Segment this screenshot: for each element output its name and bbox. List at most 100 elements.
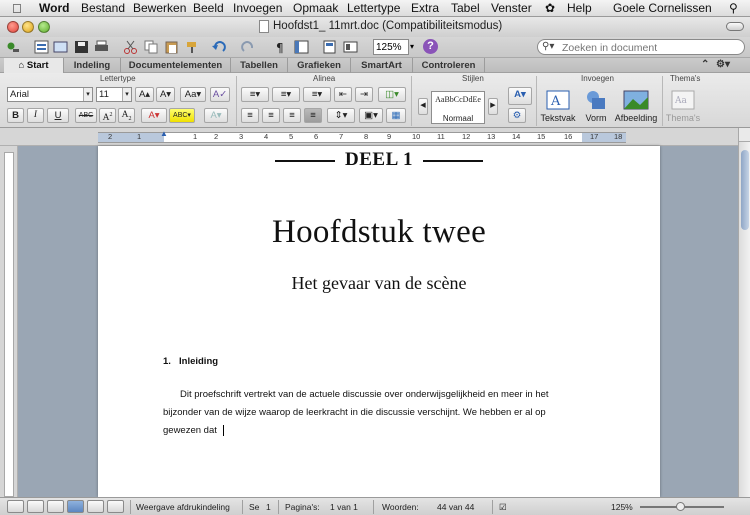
style-normal-preview[interactable]: AaBbCcDdEe Normaal [431,91,485,124]
spelling-check-icon[interactable]: ☑ [499,502,507,513]
toolbar-toggle-button[interactable] [726,22,744,31]
menu-invoegen[interactable]: Invoegen [233,1,282,15]
menu-tabel[interactable]: Tabel [451,1,480,15]
save-icon[interactable] [74,40,89,54]
copy-icon[interactable] [144,40,159,54]
tab-controleren[interactable]: Controleren [413,58,485,73]
project-gallery-icon[interactable] [6,40,21,54]
styles-prev-icon[interactable]: ◀ [418,98,428,115]
menu-venster[interactable]: Venster [491,1,532,15]
minimize-window-button[interactable] [22,21,34,33]
tab-grafieken[interactable]: Grafieken [288,58,351,73]
superscript-button[interactable]: A2 [99,108,116,123]
search-input[interactable] [562,41,737,54]
document-page[interactable]: DEEL 1 Hoofdstuk twee Het gevaar van de … [98,146,660,497]
change-case-button[interactable]: Aa▾ [180,87,206,102]
multilevel-list-button[interactable]: ≡▾ [303,87,331,102]
cut-icon[interactable] [123,40,138,54]
menu-beeld[interactable]: Beeld [193,1,224,15]
horizontal-ruler[interactable]: ▲ 2 1 1 2 3 4 5 6 7 8 9 10 11 12 13 14 1… [0,128,750,146]
font-color-button[interactable]: A▾ [141,108,167,123]
themes-button[interactable]: Aa Thema's [665,89,701,123]
insert-textbox-button[interactable]: A Tekstvak [540,89,576,123]
insert-picture-button[interactable]: Afbeelding [614,89,658,123]
insert-shape-button[interactable]: Vorm [578,89,614,123]
shrink-font-button[interactable]: A▾ [156,87,175,102]
view-fullscreen-button[interactable] [107,500,124,513]
quick-styles-button[interactable]: A▾ [508,87,532,105]
menu-opmaak[interactable]: Opmaak [293,1,338,15]
indent-marker-icon[interactable]: ▲ [160,129,168,138]
subscript-button[interactable]: A2 [118,108,135,123]
tab-indeling[interactable]: Indeling [64,58,121,73]
ribbon-settings-icon[interactable]: ⚙▾ [716,59,730,70]
search-box[interactable]: ⚲▾ [537,39,745,55]
zoom-window-button[interactable] [38,21,50,33]
view-draft-button[interactable] [7,500,24,513]
menu-user[interactable]: Goele Cornelissen [613,1,712,15]
undo-icon[interactable] [212,40,227,54]
vertical-scrollbar[interactable] [738,128,750,497]
help-button[interactable]: ? [423,39,438,54]
close-window-button[interactable] [7,21,19,33]
scroll-thumb[interactable] [741,150,749,230]
menu-bestand[interactable]: Bestand [81,1,125,15]
strikethrough-button[interactable]: ABC [75,108,97,123]
zoom-slider-knob[interactable] [676,502,685,511]
decrease-indent-button[interactable]: ⇤ [334,87,352,102]
justify-button[interactable]: ≡ [304,108,322,123]
menu-app-word[interactable]: Word [39,1,69,15]
menu-extra[interactable]: Extra [411,1,439,15]
font-name-field[interactable]: Arial ▾ [7,87,93,102]
view-outline-button[interactable] [27,500,44,513]
redo-icon[interactable] [240,40,255,54]
toolbox-icon[interactable] [322,40,337,54]
borders-button[interactable]: ▦ [386,108,406,123]
styles-pane-button[interactable]: ⚙ [508,108,526,123]
sidebar-icon[interactable] [294,40,309,54]
print-icon[interactable] [94,40,109,54]
text-effects-button[interactable]: A▾ [204,108,228,123]
format-painter-icon[interactable] [185,40,200,54]
clear-formatting-button[interactable]: A✓ [210,87,230,102]
show-formatting-icon[interactable]: ¶ [273,40,288,54]
grow-font-button[interactable]: A▴ [135,87,154,102]
tab-documentelementen[interactable]: Documentelementen [121,58,231,73]
tab-smartart[interactable]: SmartArt [351,58,413,73]
script-menu-icon[interactable]: ✿ [545,1,555,15]
collapse-ribbon-icon[interactable]: ⌃ [701,59,709,70]
media-browser-icon[interactable] [343,40,358,54]
underline-button[interactable]: U [47,108,69,123]
new-document-icon[interactable] [34,40,49,54]
bullets-button[interactable]: ≡▾ [241,87,269,102]
spotlight-icon[interactable]: ⚲ [729,1,738,15]
font-size-dropdown-icon[interactable]: ▾ [122,88,131,101]
view-notebook-button[interactable] [87,500,104,513]
styles-next-icon[interactable]: ▶ [488,98,498,115]
menu-help[interactable]: Help [567,1,592,15]
tab-start[interactable]: ⌂ Start [4,58,64,73]
menu-lettertype[interactable]: Lettertype [347,1,400,15]
vertical-ruler[interactable] [0,146,18,497]
numbering-button[interactable]: ≡▾ [272,87,300,102]
view-print-layout-button[interactable] [67,500,84,513]
align-right-button[interactable]: ≡ [283,108,301,123]
columns-button[interactable]: ◫▾ [378,87,406,102]
menu-bewerken[interactable]: Bewerken [133,1,186,15]
align-center-button[interactable]: ≡ [262,108,280,123]
zoom-select[interactable]: 125% [373,39,409,55]
increase-indent-button[interactable]: ⇥ [355,87,373,102]
font-size-field[interactable]: 11 ▾ [96,87,132,102]
apple-menu-icon[interactable]:  [12,1,22,16]
align-left-button[interactable]: ≡ [241,108,259,123]
paste-icon[interactable] [164,40,179,54]
highlight-button[interactable]: ABC▾ [169,108,195,123]
tab-tabellen[interactable]: Tabellen [231,58,288,73]
bold-button[interactable]: B [7,108,24,123]
italic-button[interactable]: I [27,108,44,123]
view-publishing-button[interactable] [47,500,64,513]
line-spacing-button[interactable]: ⇕▾ [327,108,355,123]
scroll-up-icon[interactable] [739,128,750,142]
templates-icon[interactable] [53,40,68,54]
shading-button[interactable]: ▣▾ [359,108,383,123]
